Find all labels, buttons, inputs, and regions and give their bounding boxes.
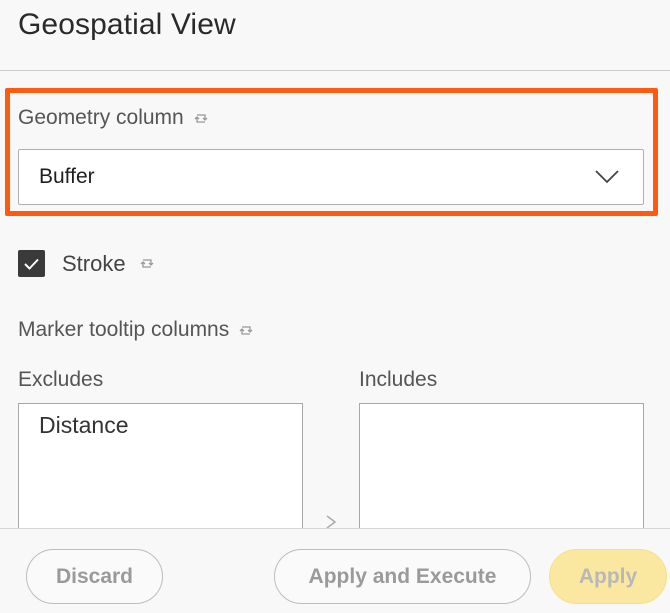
panel-title: Geospatial View [18,8,236,41]
marker-tooltip-label: Marker tooltip columns [18,318,253,342]
chevron-down-icon [595,170,619,184]
apply-button[interactable]: Apply [549,549,667,604]
excludes-label: Excludes [18,368,104,391]
apply-and-execute-button[interactable]: Apply and Execute [274,549,531,604]
marker-tooltip-label-text: Marker tooltip columns [18,318,230,341]
geometry-column-label: Geometry column [18,106,208,130]
geometry-column-select[interactable]: Buffer [18,149,644,205]
geometry-column-value: Buffer [39,165,95,188]
title-divider [0,70,670,71]
stroke-label-text: Stroke [62,250,126,276]
geometry-column-label-text: Geometry column [18,106,184,129]
sync-icon[interactable] [140,257,154,270]
sync-icon[interactable] [239,324,253,337]
sync-icon[interactable] [194,112,208,125]
includes-label: Includes [359,368,438,391]
discard-button[interactable]: Discard [26,549,163,604]
list-item[interactable]: Distance [19,404,302,439]
stroke-row: Stroke [18,250,154,277]
stroke-label: Stroke [62,251,154,277]
stroke-checkbox[interactable] [18,250,45,277]
check-icon [24,258,39,270]
footer: Discard Apply and Execute Apply [0,528,670,613]
